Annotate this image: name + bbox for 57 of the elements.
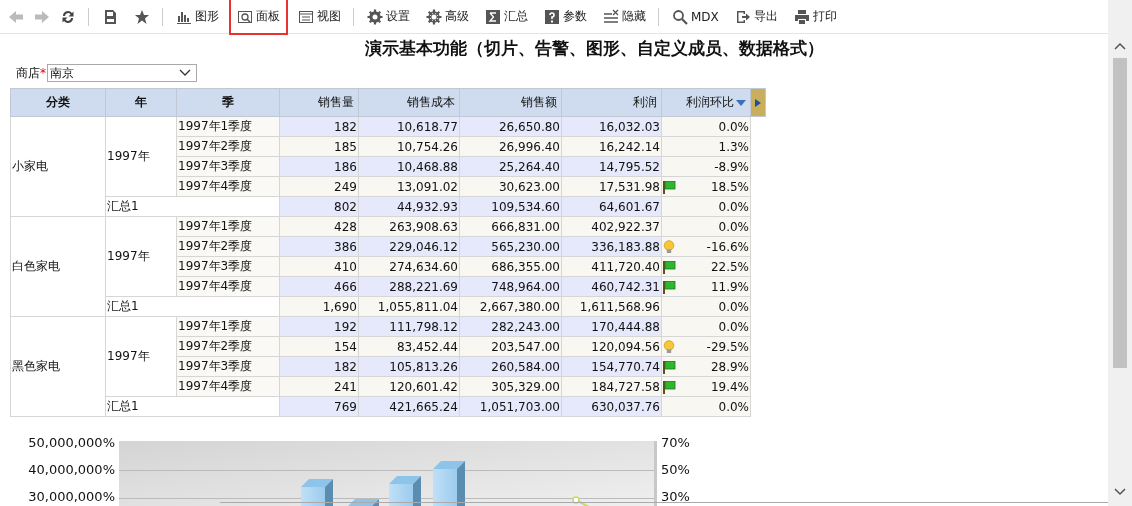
refresh-icon[interactable] [60,8,76,25]
axis-tick-label: 70% [661,435,690,450]
axis-tick-label: 50,000,000% [28,435,115,450]
gear-outline-icon [426,8,442,25]
table-cell: 小家电 [10,116,106,217]
vertical-scrollbar[interactable] [1108,0,1132,506]
gear-icon [367,8,383,25]
column-header[interactable]: 年 [105,88,177,117]
table-cell: 黑色家电 [10,316,106,417]
column-header[interactable]: 利润 [561,88,662,117]
sigma-icon [485,8,501,25]
chart-line [572,496,590,506]
column-header[interactable]: 利润环比 [661,88,751,117]
store-label: 商店 [16,64,40,82]
question-button[interactable]: 参数 [538,1,593,32]
chart-bar [389,476,421,506]
export-button[interactable]: 导出 [728,1,784,32]
table-cell: 1997年 [105,116,177,197]
axis-tick-label: 40,000,000% [28,462,115,477]
chart-bar [301,479,333,506]
axis-tick-label: 30,000,000% [28,489,115,504]
caret-right-icon [755,98,761,107]
sort-down-icon[interactable] [736,99,746,106]
export-icon [734,8,751,25]
gear2-button[interactable]: 高级 [420,1,475,32]
window-icon [298,8,314,25]
report-title: 演示基本功能（切片、告警、图形、自定义成员、数据格式） [363,37,825,60]
gear-button[interactable]: 设置 [361,1,416,32]
column-header[interactable]: 销售额 [459,88,562,117]
sigma-button[interactable]: 汇总 [479,1,534,32]
print-button[interactable]: 打印 [787,1,843,32]
scroll-up-icon[interactable] [1114,42,1126,50]
search-icon [672,8,688,25]
column-header[interactable]: 分类 [10,88,106,117]
hide-button[interactable]: 隐藏 [597,1,652,32]
table-cell: 白色家电 [10,216,106,317]
axis-tick-label: 30% [661,489,690,504]
chevron-down-icon [179,69,191,77]
axis-tick-label: 50% [661,462,690,477]
printer-icon [793,8,810,25]
table-cell: 1997年 [105,216,177,297]
table-cell: 1997年 [105,316,177,397]
question-icon [544,8,560,25]
scroll-down-icon[interactable] [1114,488,1126,496]
search-button[interactable]: MDX [666,1,725,32]
column-header[interactable]: 销售量 [279,88,359,117]
chart-bar [433,461,465,506]
hide-icon [603,8,619,25]
required-asterisk: * [40,66,46,80]
store-dropdown[interactable]: 南京 [47,64,197,82]
column-header[interactable]: 销售成本 [358,88,460,117]
magnifier-frame-icon [237,8,253,25]
panel-button[interactable]: 面板 [229,0,288,35]
column-header[interactable]: 季 [176,88,280,117]
view-button[interactable]: 视图 [292,1,347,32]
chart-button[interactable]: 图形 [170,1,225,32]
scrollbar-thumb[interactable] [1113,58,1127,368]
